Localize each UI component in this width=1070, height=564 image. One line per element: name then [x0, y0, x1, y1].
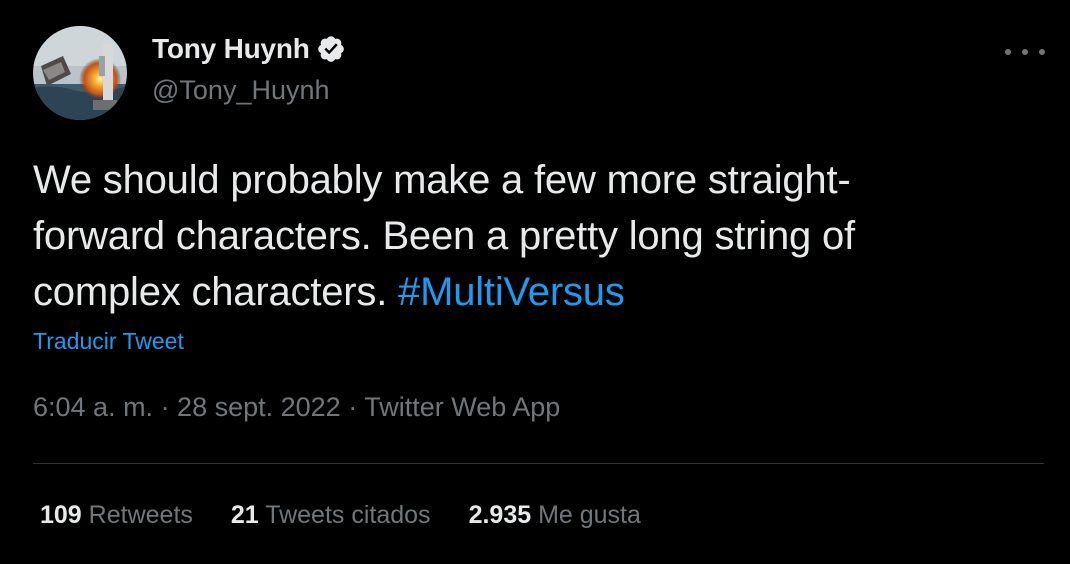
- translate-tweet-link[interactable]: Traducir Tweet: [33, 328, 184, 355]
- author-display-name[interactable]: Tony Huynh: [152, 33, 310, 65]
- avatar-image: [33, 26, 127, 120]
- more-horizontal-icon: [1039, 49, 1045, 55]
- stat-count: 21: [230, 501, 259, 529]
- tweet-text: We should probably make a few more strai…: [33, 152, 1033, 320]
- avatar[interactable]: [33, 26, 127, 120]
- more-horizontal-icon: [1022, 49, 1028, 55]
- stat-quote-tweets[interactable]: 21 Tweets citados: [231, 501, 431, 530]
- tweet-text-line: complex characters. #MultiVersus: [33, 264, 1033, 320]
- tweet-stats: 109 Retweets 21 Tweets citados 2.935 Me …: [40, 501, 679, 530]
- tweet-timestamp[interactable]: 6:04 a. m. · 28 sept. 2022 · Twitter Web…: [33, 392, 560, 423]
- stat-label: Me gusta: [538, 501, 641, 529]
- stat-label: Retweets: [88, 501, 193, 529]
- tweet-text-line-part: complex characters.: [33, 270, 399, 314]
- stat-count: 109: [40, 501, 82, 529]
- more-options-button[interactable]: [1005, 46, 1045, 58]
- author-name[interactable]: Tony Huynh: [152, 33, 346, 65]
- tweet-text-line: forward characters. Been a pretty long s…: [33, 214, 855, 258]
- verified-badge-icon: [317, 36, 344, 62]
- stat-retweets[interactable]: 109 Retweets: [40, 501, 193, 530]
- author-handle[interactable]: @Tony_Huynh: [152, 75, 330, 106]
- stat-count: 2.935: [468, 501, 532, 529]
- stat-likes[interactable]: 2.935 Me gusta: [469, 501, 641, 530]
- divider: [33, 463, 1044, 464]
- hashtag-link[interactable]: #MultiVersus: [398, 270, 625, 314]
- stat-label: Tweets citados: [265, 501, 431, 529]
- tweet-text-line: We should probably make a few more strai…: [33, 158, 851, 202]
- more-horizontal-icon: [1005, 49, 1011, 55]
